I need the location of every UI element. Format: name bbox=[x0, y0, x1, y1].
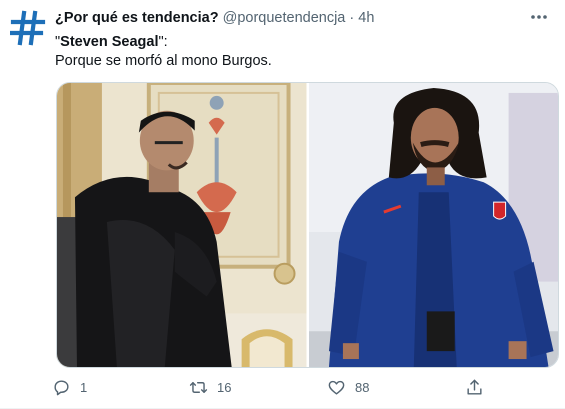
tweet-text: "Steven Seagal": Porque se morfó al mono… bbox=[55, 33, 545, 71]
quote-close: ": bbox=[158, 34, 168, 50]
tweet-actions: 1 16 88 bbox=[52, 378, 532, 402]
avatar[interactable] bbox=[10, 10, 46, 46]
separator: · bbox=[349, 10, 355, 26]
reply-icon bbox=[54, 380, 69, 396]
photo-left[interactable] bbox=[57, 83, 307, 367]
like-icon bbox=[328, 380, 345, 395]
tweet-text-line-1: "Steven Seagal": bbox=[55, 33, 545, 52]
like-button[interactable]: 88 bbox=[327, 378, 369, 397]
more-options-icon bbox=[531, 15, 547, 19]
more-options-button[interactable] bbox=[527, 7, 551, 27]
share-icon bbox=[467, 379, 482, 395]
tweet-media[interactable] bbox=[56, 82, 559, 368]
tweet-card[interactable]: ¿Por qué es tendencia? @porquetendencja … bbox=[0, 0, 565, 409]
retweet-button[interactable]: 16 bbox=[189, 378, 231, 397]
tweet-text-line-2: Porque se morfó al mono Burgos. bbox=[55, 53, 272, 69]
bold-name: Steven Seagal bbox=[60, 34, 159, 50]
photo-right[interactable] bbox=[308, 83, 558, 367]
share-button[interactable] bbox=[465, 378, 484, 397]
hashtag-icon bbox=[10, 10, 46, 46]
photo-left-image bbox=[57, 83, 307, 367]
reply-button[interactable]: 1 bbox=[52, 378, 87, 397]
author-name[interactable]: ¿Por qué es tendencia? bbox=[55, 10, 219, 26]
tweet-header: ¿Por qué es tendencia? @porquetendencja … bbox=[55, 9, 525, 27]
retweet-count: 16 bbox=[217, 380, 232, 395]
like-count: 88 bbox=[355, 380, 370, 395]
author-handle[interactable]: @porquetendencja bbox=[223, 10, 346, 26]
reply-count: 1 bbox=[80, 380, 88, 395]
retweet-icon bbox=[189, 382, 208, 393]
photo-right-image bbox=[308, 83, 558, 367]
timestamp[interactable]: 4h bbox=[358, 10, 374, 26]
